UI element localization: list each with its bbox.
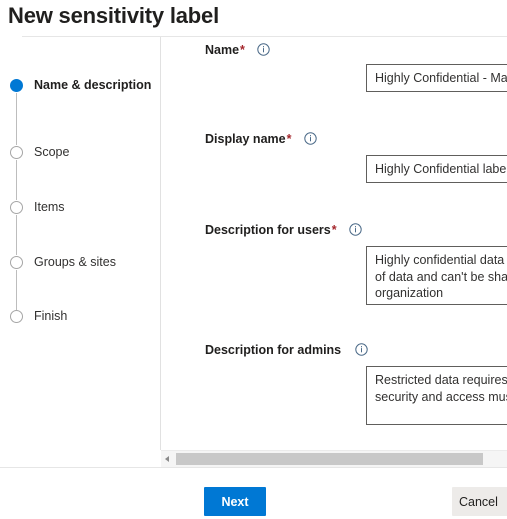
name-field-label: Name* bbox=[205, 42, 271, 58]
horizontal-scrollbar[interactable] bbox=[161, 450, 507, 467]
description-admins-field-label: Description for admins bbox=[205, 342, 368, 358]
name-required-asterisk: * bbox=[240, 43, 245, 57]
description-users-field-label: Description for users* bbox=[205, 222, 362, 238]
display-name-label-text: Display name bbox=[205, 132, 286, 146]
step-label: Groups & sites bbox=[34, 255, 116, 269]
wizard-step-nav: Name & description Scope Items Groups & … bbox=[0, 37, 160, 450]
display-name-input[interactable] bbox=[366, 155, 507, 183]
step-bullet bbox=[10, 256, 23, 269]
scrollbar-thumb[interactable] bbox=[176, 453, 483, 465]
display-name-required-asterisk: * bbox=[286, 132, 292, 146]
step-bullet-active bbox=[10, 79, 23, 92]
caret-left-icon[interactable] bbox=[161, 451, 175, 467]
new-sensitivity-label-wizard: New sensitivity label Name & description… bbox=[0, 0, 507, 519]
info-circle-icon[interactable] bbox=[257, 43, 271, 56]
sidebar-item-items[interactable]: Items bbox=[10, 200, 160, 215]
caret-left-glyph bbox=[165, 456, 169, 462]
cancel-button[interactable]: Cancel bbox=[452, 487, 507, 516]
form-panel: Name* Display name* Description for user… bbox=[161, 37, 507, 450]
sidebar-item-finish[interactable]: Finish bbox=[10, 309, 160, 324]
sidebar-item-scope[interactable]: Scope bbox=[10, 145, 160, 160]
step-label: Items bbox=[34, 200, 65, 214]
step-bullet bbox=[10, 146, 23, 159]
info-circle-icon[interactable] bbox=[354, 343, 368, 356]
step-label: Finish bbox=[34, 309, 68, 323]
step-connector bbox=[16, 160, 18, 200]
step-label: Scope bbox=[34, 145, 70, 159]
page-title: New sensitivity label bbox=[8, 3, 219, 28]
step-label: Name & description bbox=[34, 78, 152, 92]
step-connector bbox=[16, 215, 18, 255]
info-circle-icon[interactable] bbox=[349, 223, 362, 236]
description-admins-textarea[interactable] bbox=[366, 366, 507, 425]
next-button[interactable]: Next bbox=[204, 487, 266, 516]
display-name-field-label: Display name* bbox=[205, 131, 317, 147]
sidebar-item-name-description[interactable]: Name & description bbox=[10, 78, 160, 93]
description-users-required-asterisk: * bbox=[331, 223, 337, 237]
name-label-text: Name bbox=[205, 43, 240, 57]
description-admins-required-asterisk bbox=[341, 343, 342, 357]
step-connector bbox=[16, 270, 18, 310]
step-bullet bbox=[10, 310, 23, 323]
sidebar-item-groups-sites[interactable]: Groups & sites bbox=[10, 255, 160, 270]
name-input[interactable] bbox=[366, 64, 507, 92]
step-connector bbox=[16, 93, 18, 145]
description-users-textarea[interactable] bbox=[366, 246, 507, 305]
wizard-footer: Next Cancel bbox=[0, 467, 507, 519]
info-circle-icon[interactable] bbox=[304, 132, 317, 145]
step-bullet bbox=[10, 201, 23, 214]
description-admins-label-text: Description for admins bbox=[205, 343, 342, 357]
description-users-label-text: Description for users bbox=[205, 223, 331, 237]
